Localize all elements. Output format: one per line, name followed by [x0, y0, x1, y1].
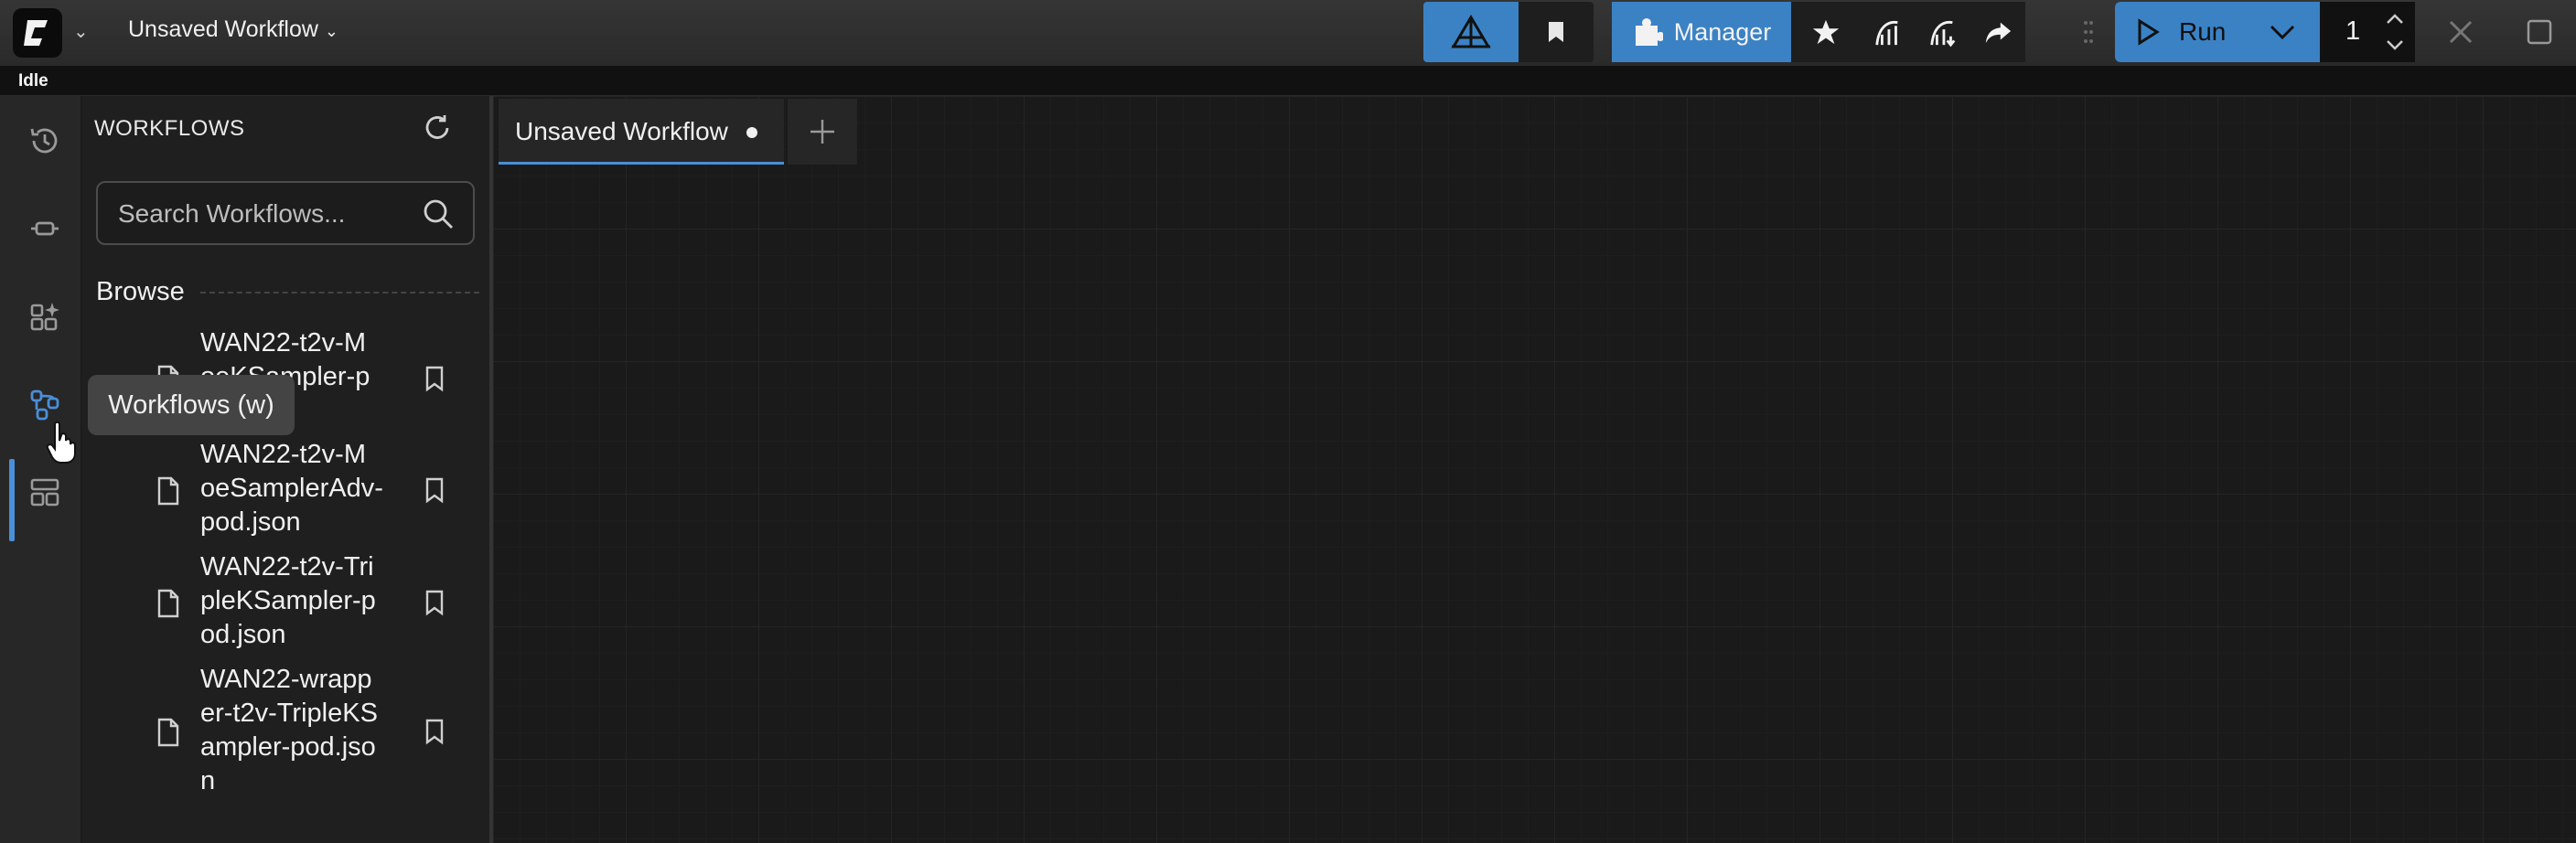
workflow-name-line: pod.json	[200, 507, 301, 537]
workflow-title-menu[interactable]: Unsaved Workflow ⌄	[128, 16, 338, 43]
history-icon	[30, 128, 58, 154]
queue-count-field[interactable]: 1	[2320, 2, 2375, 62]
sidebar-item-model-library[interactable]	[24, 295, 66, 337]
workflow-name-line: er-t2v-TripleKS	[200, 699, 378, 728]
top-menu-bar: ⌄ Unsaved Workflow ⌄ Manager Run 1	[0, 0, 2576, 68]
active-indicator	[9, 459, 15, 541]
workflow-item-name: WAN22-wrapp er-t2v-TripleKS ampler-pod.j…	[200, 663, 409, 798]
browse-heading: Browse	[96, 277, 185, 306]
puzzle-icon	[1635, 18, 1663, 46]
sidebar-item-history[interactable]	[24, 120, 66, 162]
sidebar-item-workflows[interactable]	[24, 383, 66, 425]
panel-title: WORKFLOWS	[94, 116, 245, 141]
workflow-item[interactable]: WAN22-t2v-M oeSamplerAdv- pod.json	[81, 438, 489, 544]
file-icon	[157, 589, 179, 618]
tab-unsaved-workflow[interactable]: Unsaved Workflow	[499, 99, 784, 165]
templates-icon	[30, 478, 59, 507]
status-text: Idle	[18, 71, 48, 91]
bookmark-icon[interactable]	[424, 365, 445, 392]
file-icon	[157, 476, 179, 506]
manager-button[interactable]: Manager	[1612, 2, 1791, 62]
chevron-down-icon[interactable]: ⌄	[73, 20, 89, 43]
new-tab-button[interactable]	[788, 99, 857, 165]
drag-handle-icon[interactable]	[2078, 0, 2098, 64]
workflows-icon	[30, 389, 59, 421]
divider	[200, 292, 479, 293]
maximize-icon	[2527, 19, 2552, 45]
search-input[interactable]	[116, 196, 422, 232]
comfy-logo-icon[interactable]	[13, 8, 62, 58]
model-library-icon	[30, 303, 59, 331]
refresh-icon	[425, 115, 449, 139]
workflow-name-line: n	[200, 766, 216, 795]
model-icon[interactable]	[1873, 16, 1903, 48]
queue-count-value: 1	[2345, 16, 2361, 46]
manager-label: Manager	[1673, 17, 1772, 46]
bookmark-icon[interactable]	[424, 476, 445, 504]
close-button[interactable]	[2437, 0, 2485, 64]
node-library-icon	[31, 221, 59, 236]
bookmark-icon[interactable]	[424, 589, 445, 616]
workflow-name-line: WAN22-t2v-Tri	[200, 552, 374, 582]
plus-icon	[810, 120, 834, 144]
run-button[interactable]: Run	[2115, 2, 2320, 62]
chevron-down-icon[interactable]	[2269, 23, 2296, 41]
close-icon	[2449, 20, 2473, 44]
workflow-item-name: WAN22-t2v-Tri pleKSampler-p od.json	[200, 550, 409, 652]
bookmark-icon	[1549, 22, 1563, 42]
workflow-item[interactable]: WAN22-wrapp er-t2v-TripleKS ampler-pod.j…	[81, 663, 489, 802]
sidebar-item-node-library[interactable]	[24, 208, 66, 250]
workflow-name-line: WAN22-t2v-M	[200, 440, 366, 469]
workflow-title: Unsaved Workflow	[128, 16, 318, 42]
model-download-icon[interactable]	[1928, 16, 1958, 48]
workflow-name-line: oeSamplerAdv-	[200, 474, 383, 503]
star-icon[interactable]	[1811, 16, 1841, 48]
workflow-name-line: WAN22-wrapp	[200, 665, 372, 694]
hand-cursor-icon	[46, 421, 76, 464]
chevron-down-icon: ⌄	[324, 22, 338, 40]
graph-canvas[interactable]	[493, 96, 2576, 843]
bookmark-button[interactable]	[1519, 2, 1594, 62]
tooltip-text: Workflows (w)	[108, 389, 274, 420]
workflow-name-line: ampler-pod.jso	[200, 732, 376, 762]
refresh-button[interactable]	[422, 112, 453, 148]
workflow-item-name: WAN22-t2v-M oeSamplerAdv- pod.json	[200, 438, 409, 539]
mask-editor-button[interactable]	[1423, 2, 1519, 62]
spinner-down-icon[interactable]	[2385, 38, 2405, 51]
workflow-name-line: od.json	[200, 620, 286, 649]
spinner-up-icon[interactable]	[2385, 13, 2405, 26]
bookmark-icon[interactable]	[424, 718, 445, 745]
tab-label: Unsaved Workflow	[515, 117, 728, 145]
mask-editor-icon	[1451, 15, 1491, 48]
sidebar-item-templates[interactable]	[24, 471, 66, 513]
queue-count-spinner	[2375, 2, 2415, 62]
workflow-name-line: WAN22-t2v-M	[200, 328, 366, 357]
manager-tools	[1791, 2, 2025, 62]
workflows-panel: WORKFLOWS Browse WAN22-t2v-M oeKSampler-…	[81, 96, 493, 843]
maximize-button[interactable]	[2512, 0, 2567, 64]
sidebar-icon-rail	[0, 96, 81, 843]
file-icon	[157, 718, 179, 747]
tooltip: Workflows (w)	[88, 375, 295, 435]
run-label: Run	[2179, 17, 2227, 46]
workflow-name-line: pleKSampler-p	[200, 586, 376, 615]
unsaved-indicator	[746, 127, 757, 138]
play-icon	[2138, 18, 2160, 46]
status-bar: Idle	[0, 68, 2576, 96]
search-box	[96, 181, 475, 245]
workflow-item[interactable]: WAN22-t2v-Tri pleKSampler-p od.json	[81, 550, 489, 656]
share-icon[interactable]	[1983, 16, 2012, 48]
search-icon[interactable]	[422, 197, 455, 230]
